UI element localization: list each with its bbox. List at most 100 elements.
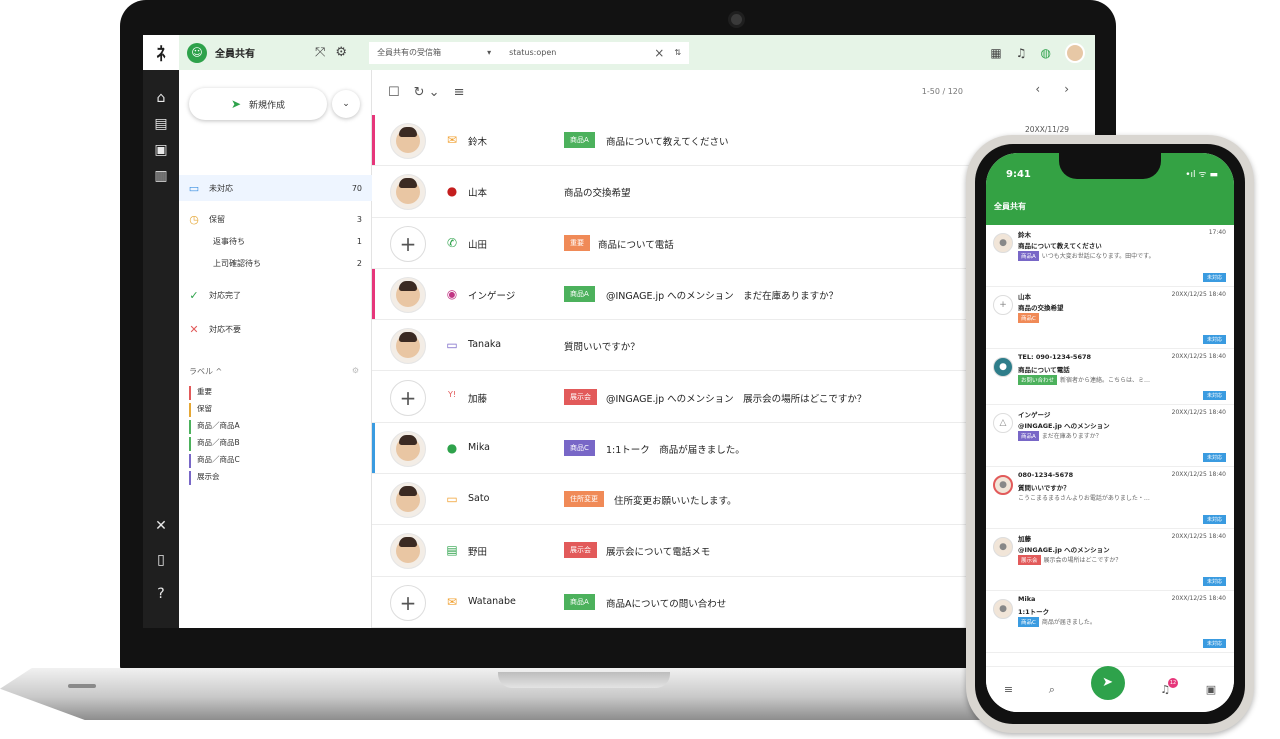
status-badge: 未対応	[1202, 335, 1226, 344]
next-page-icon[interactable]: ›	[1064, 82, 1069, 96]
filter-icon[interactable]: ⇅	[674, 48, 681, 57]
user-avatar[interactable]	[1065, 43, 1085, 63]
list-item[interactable]: ● 鈴木 17:40 商品について教えてください 商品A いつも大変お世話になりま…	[986, 225, 1234, 287]
list-toolbar: ☐ ↻ ⌄ ≡ 1-50 / 120 ‹ ›	[372, 70, 1095, 115]
sidebar-item-count: 70	[351, 183, 362, 193]
book-icon[interactable]: ▯	[143, 552, 179, 568]
pin-icon[interactable]: ⤧	[315, 45, 325, 60]
new-message-button[interactable]: ➤ 新規作成	[189, 88, 327, 120]
inbox-icon[interactable]: ▣	[1206, 683, 1216, 696]
preview-text: 商品が届きました。	[1041, 619, 1096, 626]
inbox-name[interactable]: 全員共有	[215, 45, 305, 60]
tools-icon[interactable]: ✕	[143, 518, 179, 534]
chevron-down-icon[interactable]: ▾	[487, 48, 491, 57]
list-item[interactable]: ● 加藤 20XX/12/25 18:40 @INGAGE.jp へのメンション…	[986, 529, 1234, 591]
sender-name: 080-1234-5678	[1018, 471, 1074, 479]
phone-header: 9:41 •ıl ᯤ ▬ 全員共有	[986, 153, 1234, 225]
clear-icon[interactable]: ×	[654, 46, 664, 60]
sidebar-item-not-needed[interactable]: ✕ 対応不要	[179, 316, 372, 342]
label-tag: 展示会	[564, 542, 597, 559]
label-tag: 商品A	[564, 593, 595, 610]
sidebar-item-count: 2	[356, 258, 362, 268]
subject: 商品Aについての問い合わせ	[606, 598, 727, 610]
bell-icon[interactable]: ♫	[1016, 46, 1027, 60]
list-item[interactable]: ● Mika 20XX/12/25 18:40 1:1トーク 商品C 商品が届きま…	[986, 591, 1234, 653]
list-item[interactable]: ● TEL: 090-1234-5678 20XX/12/25 18:40 商品…	[986, 349, 1234, 405]
subject: 商品について教えてください	[606, 137, 729, 148]
clock-icon: ◷	[189, 212, 199, 226]
settings-icon[interactable]: ⚙	[335, 45, 347, 60]
sort-icon[interactable]: ≡	[454, 85, 465, 100]
sender-name: 鈴木	[468, 137, 488, 148]
phone-title[interactable]: 全員共有	[994, 201, 1026, 212]
status-badge: 未対応	[1202, 273, 1226, 282]
sender-name: 山本	[1018, 293, 1031, 301]
sidebar-item-label: 保留	[209, 214, 225, 224]
status-badge: 未対応	[1202, 639, 1226, 648]
gear-icon[interactable]: ⚙	[352, 366, 359, 375]
check-icon: ✓	[189, 288, 199, 302]
sidebar-item-boss-check[interactable]: 上司確認待ち 2	[179, 250, 372, 276]
list-item[interactable]: + 山本 20XX/12/25 18:40 商品の交換希望 商品C 未対応	[986, 287, 1234, 349]
expand-button[interactable]: ⌄	[332, 90, 360, 118]
preview-text: 展示会の場所はどこですか？	[1043, 557, 1122, 564]
sender-name: 山田	[468, 239, 488, 251]
label-item[interactable]: 商品／商品C	[189, 454, 240, 468]
add-contact-icon[interactable]: +	[390, 379, 426, 416]
add-contact-icon[interactable]: +	[390, 225, 426, 262]
top-bar: ﾈ ☺ 全員共有 ⤧ ⚙ 全員共有の受信箱 ▾ status:open × ⇅ …	[143, 35, 1095, 70]
search-query[interactable]: status:open	[509, 48, 654, 57]
chat-icon[interactable]: ◍	[1041, 46, 1051, 60]
sender-name: インゲージ	[468, 290, 516, 302]
filter-select[interactable]: 全員共有の受信箱	[377, 47, 487, 58]
report-icon[interactable]: ▣	[143, 142, 179, 158]
list-item[interactable]: ● 080-1234-5678 20XX/12/25 18:40 質問いいですか…	[986, 467, 1234, 529]
avatar	[390, 328, 426, 365]
list-item[interactable]: △ インゲージ 20XX/12/25 18:40 @INGAGE.jp へのメン…	[986, 405, 1234, 467]
subject: 商品の交換希望	[1018, 304, 1064, 312]
search-icon[interactable]: ⌕	[1049, 683, 1055, 697]
phone-notch	[1059, 153, 1161, 179]
sender-name: Watanabe	[468, 595, 516, 607]
label-item[interactable]: 重要	[189, 386, 212, 400]
label-tag: 展示会	[1018, 555, 1041, 565]
label-tag: 商品C	[1018, 313, 1039, 323]
avatar: ●	[993, 475, 1013, 495]
add-contact-icon[interactable]: +	[390, 584, 426, 621]
preview: 商品A まだ在庫ありますか？	[1018, 431, 1198, 441]
label-item[interactable]: 保留	[189, 403, 212, 417]
label-item[interactable]: 商品／商品A	[189, 420, 240, 434]
app-logo[interactable]: ﾈ	[143, 35, 179, 70]
sidebar-item-label: 対応完了	[209, 290, 241, 300]
refresh-icon[interactable]: ↻ ⌄	[414, 85, 440, 100]
compose-button[interactable]: ➤	[1090, 665, 1125, 700]
analytics-icon[interactable]: ▥	[143, 168, 179, 184]
bell-icon[interactable]: ♫ 12	[1160, 678, 1179, 696]
subject: 1:1トーク	[1018, 608, 1050, 616]
select-all-checkbox[interactable]: ☐	[388, 85, 400, 100]
sidebar-item-done[interactable]: ✓ 対応完了	[179, 282, 372, 308]
status-badge: 未対応	[1202, 391, 1226, 400]
help-icon[interactable]: ?	[143, 586, 179, 602]
sender-name: 加藤	[468, 393, 488, 405]
avatar	[390, 174, 426, 211]
preview: お問い合わせ 新宿者から連絡。こちらは、ミ…	[1018, 375, 1198, 385]
item-time: 20XX/12/25 18:40	[1171, 409, 1226, 416]
calendar-icon[interactable]: ▦	[990, 46, 1001, 60]
sidebar-item-unresolved[interactable]: ▭ 未対応 70	[179, 175, 372, 201]
inbox-icon[interactable]: ☺	[187, 42, 207, 63]
form-icon: ▭	[446, 492, 458, 507]
label-item[interactable]: 展示会	[189, 471, 220, 485]
contact-icon: ●	[993, 357, 1013, 377]
home-icon[interactable]: ⌂	[143, 90, 179, 106]
subject: @INGAGE.jp へのメンション	[1018, 422, 1110, 430]
label-item[interactable]: 商品／商品B	[189, 437, 240, 451]
filter-search-box[interactable]: 全員共有の受信箱 ▾ status:open × ⇅	[369, 41, 690, 64]
inbox-rail-icon[interactable]: ▤	[143, 116, 179, 132]
subject: @INGAGE.jp へのメンション	[1018, 546, 1110, 554]
prev-page-icon[interactable]: ‹	[1035, 82, 1040, 96]
labels-heading[interactable]: ラベル ^ ⚙	[189, 366, 359, 377]
top-bar-actions: ▦ ♫ ◍	[990, 43, 1085, 63]
line-icon: ●	[446, 440, 458, 455]
menu-icon[interactable]: ≡	[1004, 683, 1013, 696]
